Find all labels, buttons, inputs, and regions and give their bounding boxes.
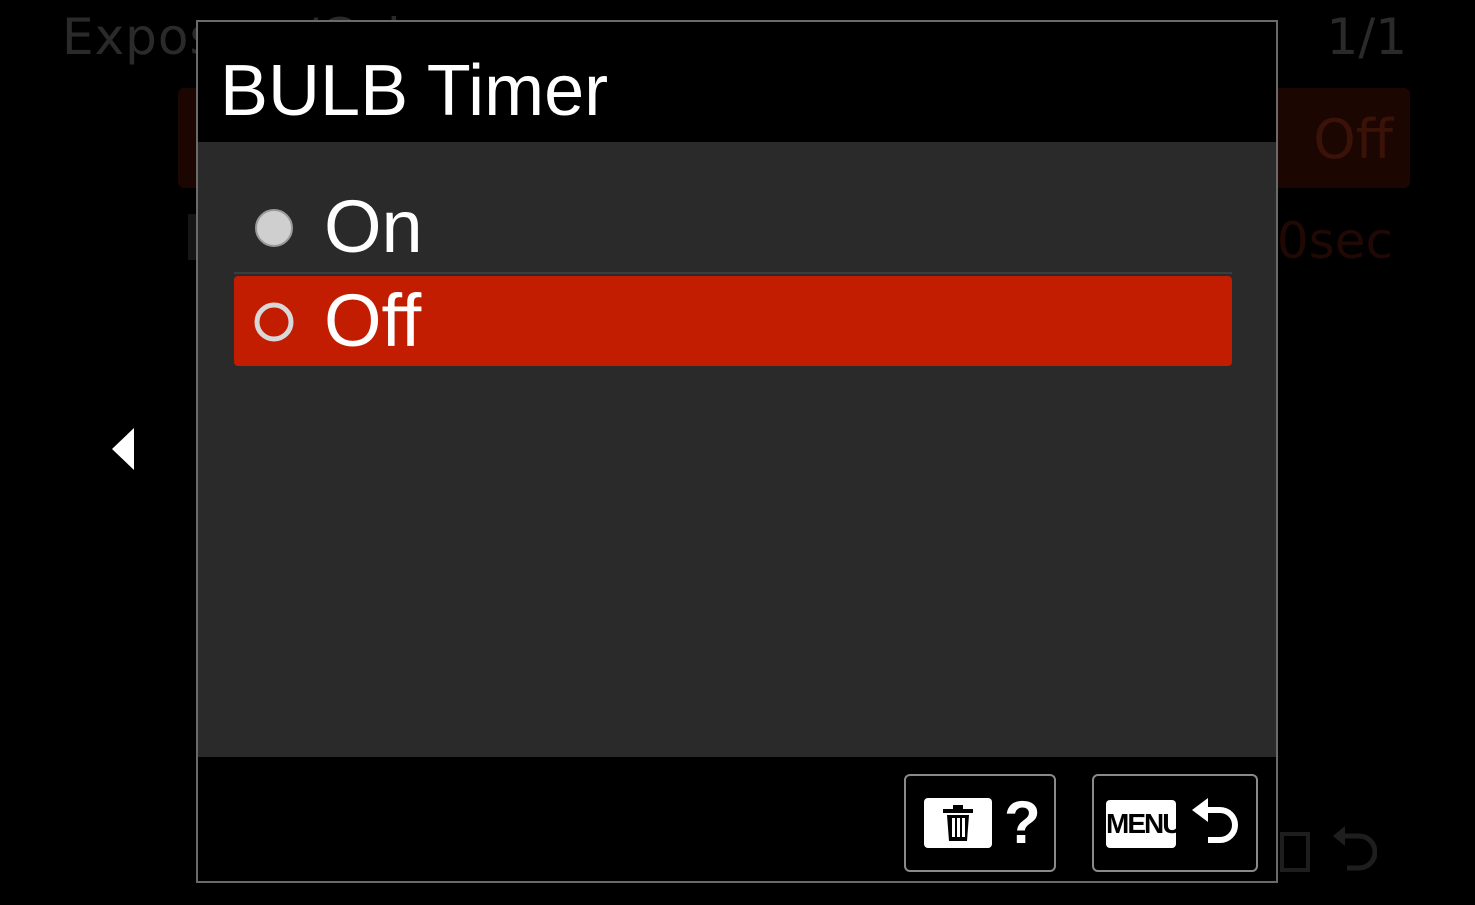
menu-back-button[interactable]: MENU (1092, 774, 1258, 872)
option-off[interactable]: Off (234, 276, 1232, 366)
option-on-label: On (324, 185, 423, 268)
left-triangle-icon[interactable] (108, 424, 138, 474)
menu-key: MENU (1106, 800, 1182, 848)
option-divider (234, 272, 1232, 274)
radio-unselected-icon (255, 209, 293, 247)
help-question-mark: ? (1004, 789, 1041, 856)
background-page-indicator: 1/1 (1326, 8, 1407, 66)
return-arrow-icon (1192, 798, 1238, 843)
background-back-icon (1333, 826, 1377, 871)
help-button[interactable]: ? (904, 774, 1056, 872)
option-off-label: Off (324, 279, 422, 362)
trash-icon (943, 805, 973, 841)
trash-key (924, 798, 992, 848)
background-row-value: Off (1313, 108, 1393, 171)
option-on[interactable]: On (234, 182, 1232, 272)
radio-selected-icon (254, 302, 294, 342)
background-trash-icon (1280, 832, 1310, 872)
dialog-title: BULB Timer (220, 51, 609, 131)
bulb-timer-dialog: BULB Timer On Off ? MENU (196, 20, 1278, 883)
camera-menu-screen: Exposure/Color 1/1 Off 60sec BULB Timer … (0, 0, 1475, 905)
dialog-header: BULB Timer (198, 22, 1276, 142)
